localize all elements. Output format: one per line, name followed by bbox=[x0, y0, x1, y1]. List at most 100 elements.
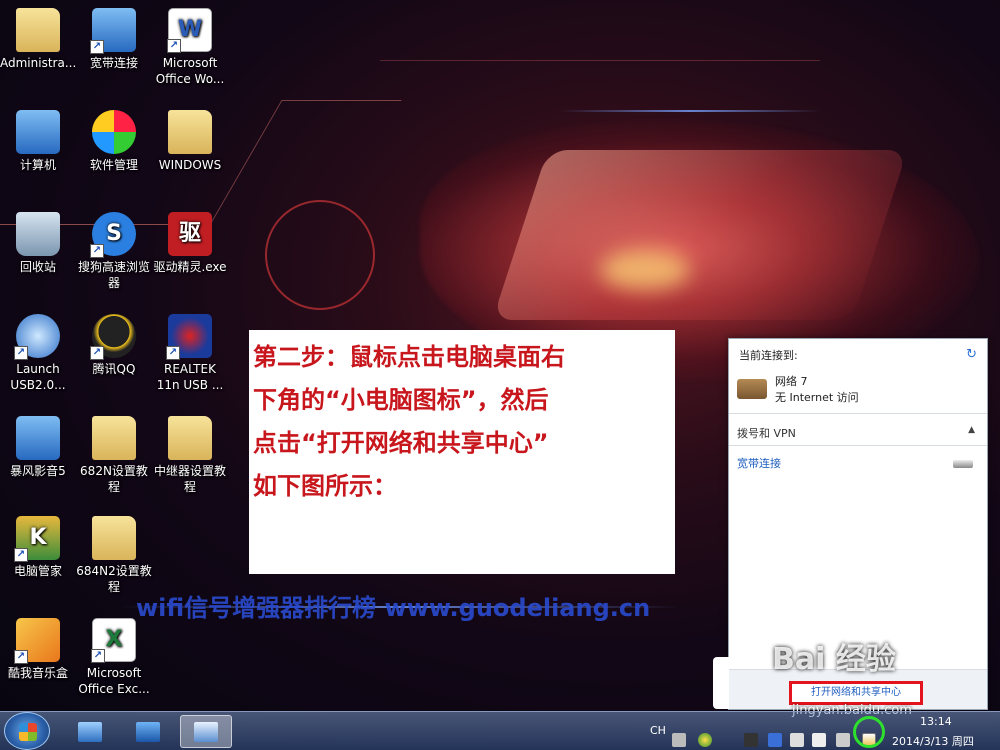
icon-label-line2: 程 bbox=[183, 480, 196, 494]
instruction-line: 第二步：鼠标点击电脑桌面右 bbox=[253, 343, 565, 371]
icon-label: Microsoft bbox=[162, 56, 218, 70]
icon-label-line2: Office Wo... bbox=[155, 72, 225, 86]
icon-label: Administra... bbox=[0, 56, 77, 70]
desktop-icon-baofeng[interactable]: 暴风影音5 bbox=[0, 416, 76, 479]
desktop-icon-word[interactable]: W ↗ Microsoft Office Wo... bbox=[152, 8, 228, 87]
network-status: 无 Internet 访问 bbox=[775, 391, 859, 404]
icon-label: 酷我音乐盒 bbox=[7, 666, 68, 680]
pc-manager-glyph: K bbox=[29, 525, 47, 550]
excel-icon: X ↗ bbox=[91, 618, 136, 663]
icon-label-line2: 程 bbox=[107, 480, 120, 494]
shortcut-arrow-icon: ↗ bbox=[90, 40, 104, 54]
tray-close-icon[interactable] bbox=[744, 733, 758, 747]
taskbar-explorer-button[interactable] bbox=[64, 715, 116, 748]
network-name: 网络 7 bbox=[775, 375, 808, 388]
word-icon: W ↗ bbox=[167, 8, 212, 53]
taskbar-desktop-button[interactable] bbox=[122, 715, 174, 748]
pc-manager-shield-icon: K ↗ bbox=[14, 516, 60, 562]
tray-device-icon[interactable] bbox=[790, 733, 804, 747]
desktop-icon-repeater-folder[interactable]: 中继器设置教 程 bbox=[152, 416, 228, 495]
desktop-icon-excel[interactable]: X ↗ Microsoft Office Exc... bbox=[76, 618, 152, 697]
driver-glyph: 驱 bbox=[178, 221, 201, 246]
realtek-wireless-icon: ↗ bbox=[166, 314, 212, 360]
start-button[interactable] bbox=[4, 712, 50, 750]
icon-label-line2: USB2.0... bbox=[10, 378, 66, 392]
desktop-icon-realtek[interactable]: ↗ REALTEK 11n USB ... bbox=[152, 314, 228, 393]
clock-time[interactable]: 13:14 bbox=[920, 715, 952, 728]
recycle-bin-icon bbox=[16, 212, 60, 256]
sogou-glyph: S bbox=[106, 221, 122, 246]
shortcut-arrow-icon: ↗ bbox=[14, 650, 28, 664]
notification-tip-edge bbox=[713, 657, 729, 709]
icon-label: 682N设置教 bbox=[80, 464, 148, 478]
broadband-connection-link[interactable]: 宽带连接 bbox=[737, 455, 781, 471]
taskbar-network-settings-button[interactable] bbox=[180, 715, 232, 748]
taskbar: CH 13:14 2014/3/13 周四 bbox=[0, 711, 1000, 750]
shortcut-arrow-icon: ↗ bbox=[166, 346, 180, 360]
wallpaper-circuit-line bbox=[380, 60, 820, 61]
desktop-icon-launch-usb[interactable]: ↗ Launch USB2.0... bbox=[0, 314, 76, 393]
public-network-bench-icon bbox=[737, 379, 767, 399]
desktop-icon-software-manager[interactable]: 软件管理 bbox=[76, 110, 152, 173]
refresh-icon[interactable]: ↻ bbox=[966, 347, 977, 362]
word-glyph: W bbox=[177, 17, 203, 42]
desktop-icon-recycle-bin[interactable]: 回收站 bbox=[0, 212, 76, 275]
sogou-browser-icon: S ↗ bbox=[90, 212, 136, 258]
desktop-icon-windows-folder[interactable]: WINDOWS bbox=[152, 110, 228, 173]
icon-label: 软件管理 bbox=[89, 158, 138, 172]
desktop-icon-broadband[interactable]: ↗ 宽带连接 bbox=[76, 8, 152, 71]
language-indicator[interactable]: CH bbox=[650, 724, 666, 737]
collapse-caret-icon[interactable]: ▲ bbox=[968, 425, 975, 435]
wallpaper-glow bbox=[600, 250, 690, 290]
desktop-icon-684n2-folder[interactable]: 684N2设置教 程 bbox=[76, 516, 152, 595]
icon-label: 暴风影音5 bbox=[10, 464, 66, 478]
desktop-icon-driver-genius[interactable]: 驱 驱动精灵.exe bbox=[152, 212, 228, 275]
desktop-icon-sogou-browser[interactable]: S ↗ 搜狗高速浏览 器 bbox=[76, 212, 152, 291]
instruction-line: 如下图所示： bbox=[253, 472, 397, 500]
tray-app-icon[interactable] bbox=[698, 733, 712, 747]
tray-clipboard-icon[interactable] bbox=[812, 733, 826, 747]
open-network-sharing-center-button[interactable]: 打开网络和共享中心 bbox=[789, 681, 923, 705]
instruction-line: 点击“打开网络和共享中心” bbox=[253, 429, 549, 457]
tray-usb-icon[interactable] bbox=[768, 733, 782, 747]
wallpaper-mech-highlight bbox=[492, 150, 908, 320]
network-settings-icon bbox=[194, 721, 218, 742]
clock-date[interactable]: 2014/3/13 周四 bbox=[892, 733, 974, 749]
wallpaper-light-ray bbox=[560, 110, 820, 112]
windows-logo-icon bbox=[19, 723, 37, 741]
kuwo-music-icon: ↗ bbox=[14, 618, 60, 664]
folder-icon bbox=[168, 110, 212, 154]
volume-icon[interactable] bbox=[836, 733, 850, 747]
folder-icon bbox=[92, 516, 136, 560]
shortcut-arrow-icon: ↗ bbox=[91, 649, 105, 663]
baofeng-player-icon bbox=[16, 416, 60, 460]
icon-label: 腾讯QQ bbox=[92, 362, 136, 376]
wallpaper-circuit-line bbox=[210, 100, 402, 224]
modem-icon bbox=[953, 460, 973, 468]
icon-label: 计算机 bbox=[19, 158, 56, 172]
keyboard-icon[interactable] bbox=[672, 733, 686, 747]
desktop-icon-computer[interactable]: 计算机 bbox=[0, 110, 76, 173]
folder-icon bbox=[168, 416, 212, 460]
icon-label-line2: Office Exc... bbox=[78, 682, 150, 696]
desktop-icon-administrator[interactable]: Administra... bbox=[0, 8, 76, 71]
shortcut-arrow-icon: ↗ bbox=[90, 346, 104, 360]
icon-label: 宽带连接 bbox=[89, 56, 138, 70]
desktop-icon-qq[interactable]: ↗ 腾讯QQ bbox=[76, 314, 152, 377]
network-7-entry[interactable]: 网络 7 无 Internet 访问 bbox=[737, 373, 859, 405]
desktop-icon-682n-folder[interactable]: 682N设置教 程 bbox=[76, 416, 152, 495]
folder-icon bbox=[92, 416, 136, 460]
icon-label: Launch bbox=[16, 362, 60, 376]
icon-label: 回收站 bbox=[19, 260, 56, 274]
desktop-icon-kuwo[interactable]: ↗ 酷我音乐盒 bbox=[0, 618, 76, 681]
desktop-icon-pc-manager[interactable]: K ↗ 电脑管家 bbox=[0, 516, 76, 579]
broadband-connection-icon: ↗ bbox=[90, 8, 136, 54]
dialup-vpn-section-title[interactable]: 拨号和 VPN bbox=[737, 425, 796, 441]
user-folder-icon bbox=[16, 8, 60, 52]
icon-label: REALTEK bbox=[164, 362, 216, 376]
instruction-line: 下角的“小电脑图标”，然后 bbox=[253, 386, 549, 414]
instruction-box: 第二步：鼠标点击电脑桌面右 下角的“小电脑图标”，然后 点击“打开网络和共享中心… bbox=[249, 330, 675, 574]
shortcut-arrow-icon: ↗ bbox=[14, 548, 28, 562]
desktop-window-icon bbox=[136, 721, 160, 742]
shortcut-arrow-icon: ↗ bbox=[14, 346, 28, 360]
